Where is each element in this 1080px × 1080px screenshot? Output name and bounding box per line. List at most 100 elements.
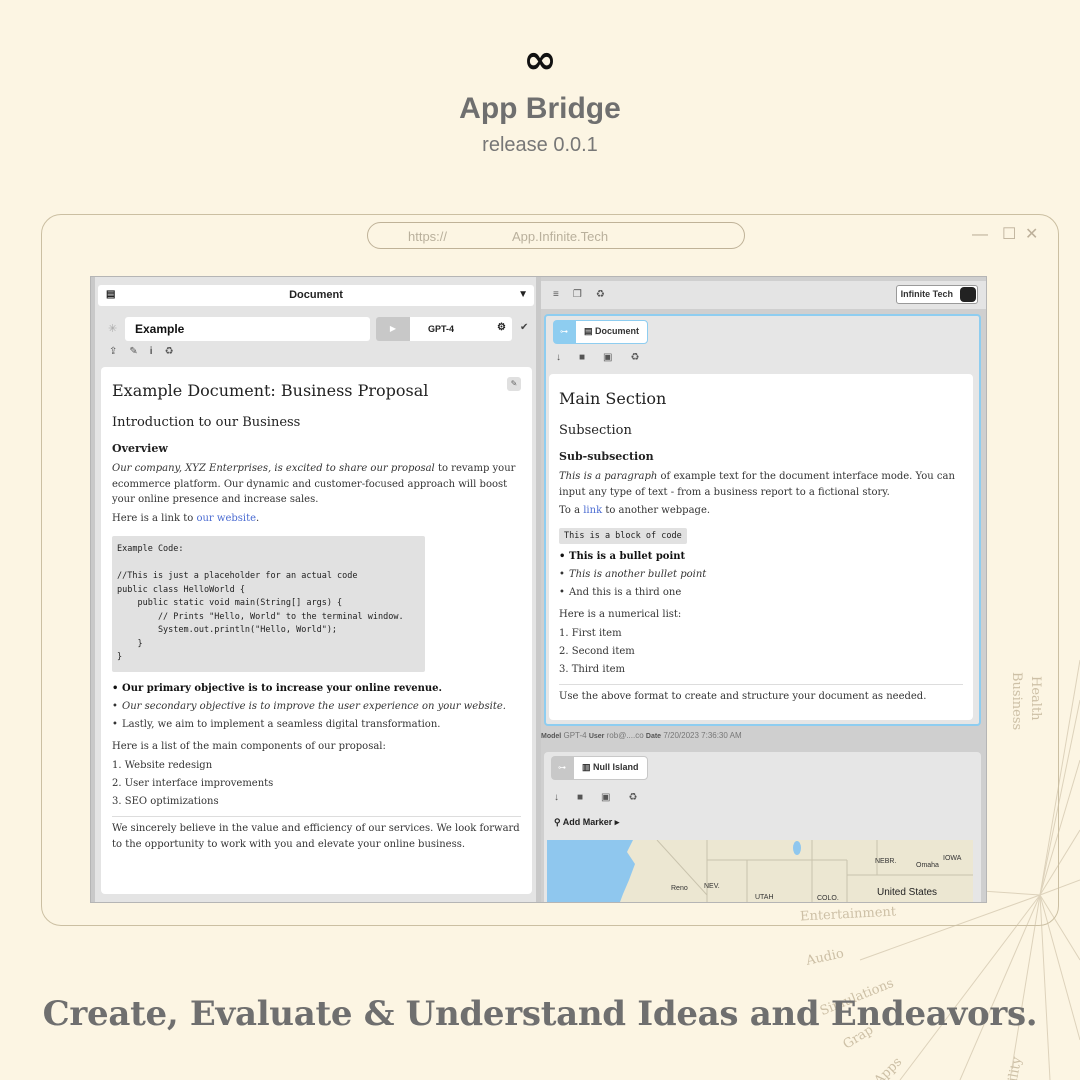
save-icon[interactable]: ▣: [603, 352, 612, 363]
model-label: GPT-4: [428, 324, 455, 334]
map-label-nebr: NEBR.: [875, 858, 896, 865]
map-label-utah: UTAH: [755, 894, 774, 901]
decor-audio: Audio: [804, 946, 846, 969]
meta-model: GPT-4: [563, 731, 587, 740]
doc-heading-2: Introduction to our Business: [112, 415, 301, 430]
document-tab-text: Document: [595, 326, 640, 336]
trash-icon[interactable]: ■: [577, 792, 583, 803]
pencil-icon[interactable]: ✎: [129, 346, 137, 357]
list-add-icon[interactable]: ≡: [553, 289, 559, 300]
doc-paragraph-em: This is a paragraph: [559, 471, 658, 482]
doc-heading-3: Overview: [112, 442, 168, 455]
document-tools: ↓ ■ ▣ ♻: [556, 352, 639, 363]
link-icon: ⊶: [553, 320, 575, 344]
recycle-icon[interactable]: ♻: [596, 289, 605, 300]
doc-link-line: Here is a link to our website.: [112, 511, 521, 527]
avatar: [960, 287, 976, 302]
decor-apps: Apps: [871, 1054, 906, 1080]
document-tab[interactable]: ⊶ ▤ Document: [553, 320, 649, 344]
edit-icon[interactable]: ✎: [507, 377, 521, 391]
divider: [112, 816, 521, 817]
divider: [559, 684, 963, 685]
code-block: Example Code: //This is just a placehold…: [112, 536, 425, 672]
doc-name-row: ✳ Example ▶ GPT-4 ⚙ ✔: [98, 317, 534, 343]
upload-icon[interactable]: ⇪: [109, 346, 117, 357]
gear-icon[interactable]: ⚙: [497, 322, 506, 333]
map-tools: ↓ ■ ▣ ♻: [554, 792, 637, 803]
website-link[interactable]: our website: [196, 513, 256, 524]
recycle-icon[interactable]: ♻: [629, 792, 638, 803]
numbered-item: 1. Website redesign: [112, 760, 213, 771]
run-button[interactable]: ▶: [376, 317, 410, 341]
map-label-colo: COLO.: [817, 895, 839, 902]
doc-heading-3: Sub-subsection: [559, 450, 654, 463]
chevron-down-icon: ▼: [518, 289, 528, 300]
doc-link-line: To a link to another webpage.: [559, 503, 963, 519]
url-host: App.Infinite.Tech: [512, 229, 609, 244]
link-prefix: To a: [559, 505, 584, 516]
settings-icon[interactable]: ✳: [108, 322, 117, 335]
list-intro: Here is a numerical list:: [559, 608, 682, 620]
download-icon[interactable]: ↓: [554, 792, 559, 803]
brand-label: Infinite Tech: [900, 289, 953, 299]
meta-user: rob@....co: [606, 731, 644, 740]
infinity-logo-icon: ∞: [523, 37, 557, 83]
list-item: Our secondary objective is to improve th…: [112, 698, 521, 716]
list-item: And this is a third one: [559, 584, 963, 602]
map-graphic: NEBR. IOWA Omaha NEV. Reno UTAH COLO. Un…: [547, 840, 973, 902]
right-document-card: Main Section Subsection Sub-subsection T…: [549, 374, 973, 720]
map-tab-text: Null Island: [593, 762, 639, 772]
doc-name-input[interactable]: Example: [125, 317, 370, 341]
document-selector-label: Document: [289, 289, 343, 301]
save-icon[interactable]: ▣: [601, 792, 610, 803]
trash-icon[interactable]: ■: [579, 352, 585, 363]
map-panel: ⊶ ▥ Null Island ↓ ■ ▣ ♻ ⚲ Add Marker ▸ N…: [544, 752, 981, 902]
url-protocol: https://: [408, 229, 448, 244]
map-label-us: United States: [877, 887, 937, 898]
link-suffix: .: [256, 512, 260, 524]
download-icon[interactable]: ↓: [556, 352, 561, 363]
map-view[interactable]: NEBR. IOWA Omaha NEV. Reno UTAH COLO. Un…: [547, 840, 973, 902]
code-block: This is a block of code: [559, 527, 687, 544]
document-panel: ⊶ ▤ Document ↓ ■ ▣ ♻ Main Section Subsec…: [544, 314, 981, 726]
doc-paragraph: This is a paragraph of example text for …: [559, 469, 963, 500]
brand-badge[interactable]: Infinite Tech: [895, 285, 978, 304]
maximize-icon[interactable]: ☐: [1002, 227, 1016, 243]
right-top-tools: ≡ ❐ ♻: [553, 289, 605, 300]
hero: ∞ App Bridge release 0.0.1: [0, 40, 1080, 157]
meta-model-label: Model: [541, 733, 562, 740]
add-marker-button[interactable]: ⚲ Add Marker ▸: [554, 817, 619, 828]
app-title: App Bridge: [459, 92, 621, 125]
document-selector[interactable]: ▤ Document ▼: [98, 285, 534, 306]
recycle-icon[interactable]: ♻: [631, 352, 640, 363]
map-tab[interactable]: ⊶ ▥ Null Island: [551, 756, 648, 780]
url-bar[interactable]: https:// App.Infinite.Tech: [367, 222, 745, 249]
minimize-icon[interactable]: —: [972, 227, 988, 243]
left-panel: ▤ Document ▼ ✳ Example ▶ GPT-4 ⚙ ✔ ⇪ ✎ i…: [95, 277, 536, 902]
check-icon[interactable]: ✔: [520, 322, 528, 333]
numbered-item: 2. User interface improvements: [112, 778, 274, 789]
doc-heading-1: Example Document: Business Proposal: [112, 381, 429, 400]
map-label-iowa: IOWA: [943, 855, 962, 862]
list-intro: Here is a list of the main components of…: [112, 740, 386, 752]
close-icon[interactable]: ✕: [1025, 227, 1038, 243]
copy-icon[interactable]: ❐: [573, 289, 582, 300]
doc-paragraph: Our company, XYZ Enterprises, is excited…: [112, 461, 521, 508]
list-item: This is another bullet point: [559, 566, 963, 584]
numbered-item: 2. Second item: [559, 646, 635, 657]
doc-paragraph-em: Our company, XYZ Enterprises, is excited…: [112, 463, 435, 474]
link-prefix: Here is a link to: [112, 512, 197, 524]
numbered-item: 3. SEO optimizations: [112, 796, 219, 807]
info-icon[interactable]: i: [150, 346, 153, 357]
meta-date-label: Date: [645, 733, 662, 740]
list-item: This is a bullet point: [559, 548, 963, 566]
document-tab-label: ▤ Document: [575, 320, 649, 344]
recycle-icon[interactable]: ♻: [165, 346, 174, 357]
app-frame: ▤ Document ▼ ✳ Example ▶ GPT-4 ⚙ ✔ ⇪ ✎ i…: [90, 276, 987, 903]
response-meta: Model GPT-4 User rob@....co Date 7/20/20…: [541, 731, 742, 740]
map-tab-label: ▥ Null Island: [573, 756, 648, 780]
model-selector[interactable]: GPT-4 ⚙: [410, 317, 512, 341]
doc-closing: Use the above format to create and struc…: [559, 691, 927, 702]
release-version: release 0.0.1: [482, 134, 598, 156]
webpage-link[interactable]: link: [583, 505, 602, 516]
